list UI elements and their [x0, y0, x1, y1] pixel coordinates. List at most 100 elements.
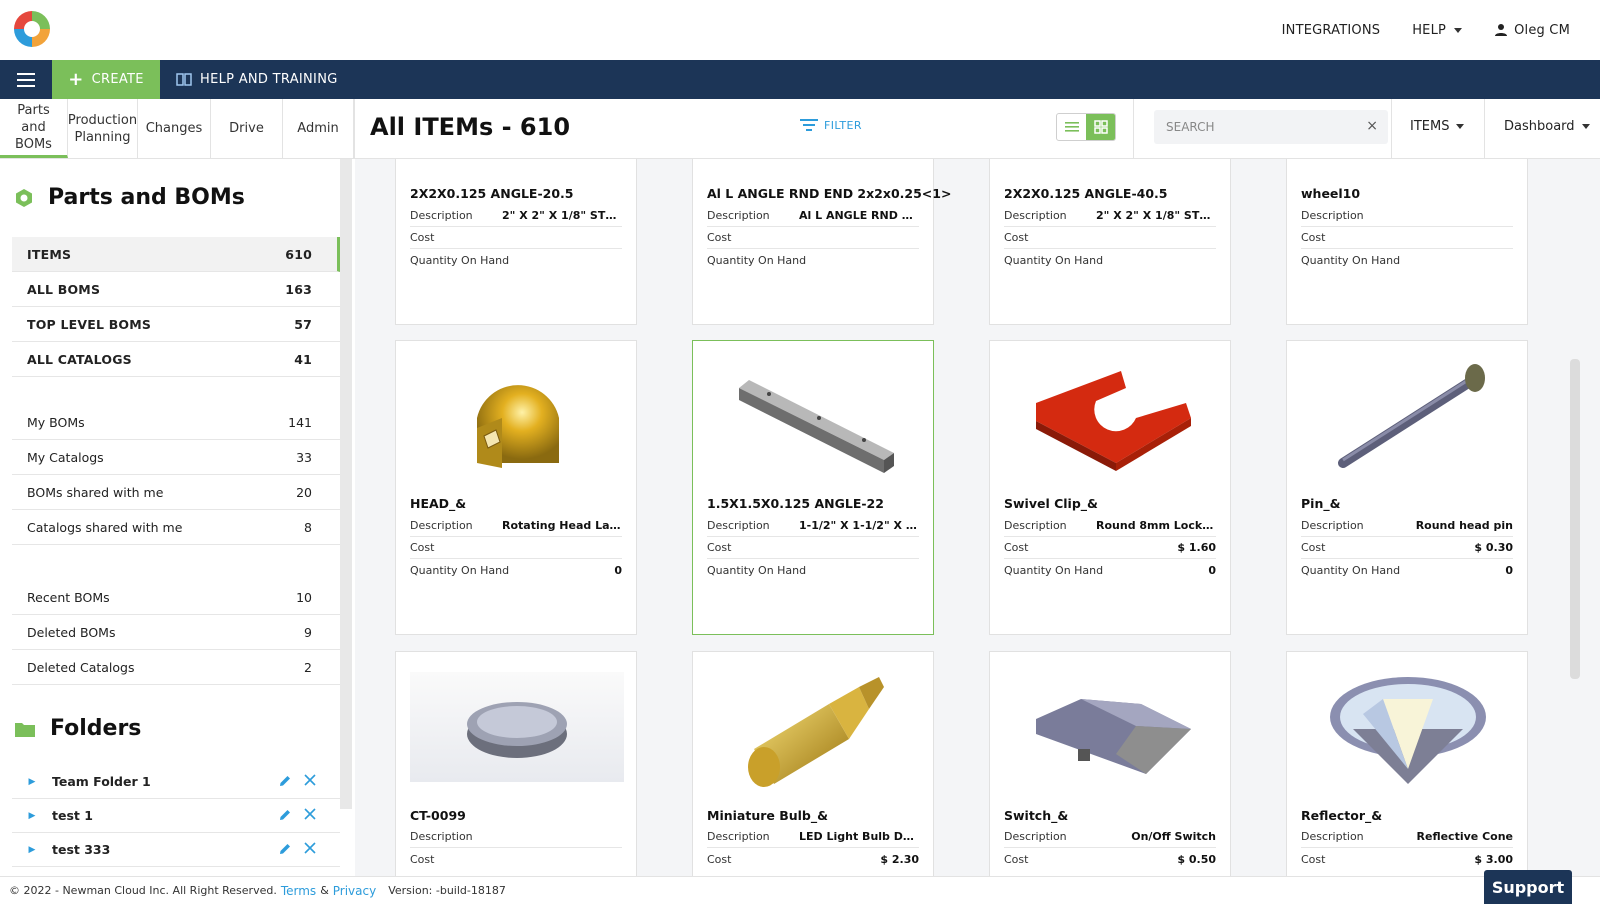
item-card[interactable]: Miniature Bulb_& Description LED Light Bu… — [692, 651, 934, 876]
item-label: ALL CATALOGS — [27, 351, 132, 367]
field-row: Cost — [1301, 227, 1513, 249]
tab-label: Drive — [229, 121, 264, 136]
edit-pencil-icon[interactable] — [278, 808, 292, 822]
field-row: Cost $ 0.30 — [1301, 537, 1513, 559]
folder-list: ▶ Team Folder 1 ▶ test 1 ▶ test 333 — [12, 765, 340, 867]
card-title: Swivel Clip_& — [1004, 496, 1098, 511]
field-row: Quantity On Hand 0 — [1004, 559, 1216, 581]
card-title: HEAD_& — [410, 496, 467, 511]
privacy-link[interactable]: Privacy — [333, 884, 376, 898]
item-count: 20 — [296, 484, 312, 500]
grid-scrollbar[interactable] — [1570, 359, 1580, 679]
recent-list: Recent BOMs 10 Deleted BOMs 9 Deleted Cata… — [12, 580, 340, 685]
help-menu[interactable]: HELP — [1396, 23, 1478, 38]
field-row: Cost — [1004, 227, 1216, 249]
app-logo-icon[interactable] — [11, 8, 53, 50]
card-title: 2X2X0.125 ANGLE-20.5 — [410, 186, 574, 201]
field-row: Cost $ 3.00 — [1301, 848, 1513, 870]
sidebar-item-my-boms[interactable]: My BOMs 141 — [12, 405, 340, 440]
item-card[interactable]: HEAD_& Description Rotating Head Lamp Cos… — [395, 340, 637, 635]
item-card[interactable]: CT-0099 Description Cost — [395, 651, 637, 876]
sidebar-item-all-boms[interactable]: ALL BOMS 163 — [12, 272, 340, 307]
user-menu[interactable]: Oleg CM — [1478, 23, 1586, 38]
items-type-dropdown[interactable]: ITEMS — [1410, 119, 1465, 134]
delete-x-icon[interactable] — [304, 842, 316, 854]
filter-button[interactable]: FILTER — [800, 118, 862, 132]
item-count: 41 — [294, 351, 312, 367]
tab-admin[interactable]: Admin — [283, 99, 354, 158]
item-card[interactable]: Switch_& Description On/Off Switch Cost $ … — [989, 651, 1231, 876]
card-fields: Description 1-1/2" X 1-1/2" X 1... Cost Q… — [707, 515, 919, 581]
items-dropdown-label: ITEMS — [1410, 119, 1450, 134]
help-training-label: HELP AND TRAINING — [200, 72, 338, 87]
tab-drive[interactable]: Drive — [211, 99, 283, 158]
sidebar-item-top-level-boms[interactable]: TOP LEVEL BOMS 57 — [12, 307, 340, 342]
field-row: Description Rotating Head Lamp — [410, 515, 622, 537]
folder-item[interactable]: ▶ Team Folder 1 — [12, 765, 340, 799]
create-button[interactable]: + CREATE — [52, 60, 160, 99]
sidebar-item-deleted-boms[interactable]: Deleted BOMs 9 — [12, 615, 340, 650]
field-label: Cost — [1301, 852, 1326, 866]
field-label: Quantity On Hand — [1301, 253, 1401, 267]
help-and-training-button[interactable]: HELP AND TRAINING — [160, 60, 338, 99]
item-card[interactable]: Swivel Clip_& Description Round 8mm Locki… — [989, 340, 1231, 635]
field-label: Cost — [1301, 231, 1326, 244]
folder-item[interactable]: ▶ test 1 — [12, 799, 340, 833]
sidebar-item-items[interactable]: ITEMS 610 — [12, 237, 340, 272]
field-row: Description Reflective Cone — [1301, 826, 1513, 848]
item-card[interactable]: wheel10 Description Cost Quantity On Han… — [1286, 159, 1528, 325]
field-label: Description — [707, 209, 770, 222]
item-count: 10 — [296, 589, 312, 605]
sidebar-scrollbar[interactable] — [340, 159, 352, 809]
card-title: wheel10 — [1301, 186, 1361, 201]
field-value: $ 1.60 — [1177, 541, 1216, 554]
dashboard-dropdown[interactable]: Dashboard — [1504, 119, 1590, 134]
field-value: Round 8mm Locki... — [1096, 519, 1216, 532]
sidebar-item-catalogs-shared[interactable]: Catalogs shared with me 8 — [12, 510, 340, 545]
toolbar-row: Parts and BOMs Production Planning Chang… — [0, 99, 1600, 159]
item-card-selected[interactable]: 1.5X1.5X0.125 ANGLE-22 Description 1-1/2"… — [692, 340, 934, 635]
sidebar-item-deleted-catalogs[interactable]: Deleted Catalogs 2 — [12, 650, 340, 685]
sidebar-item-recent-boms[interactable]: Recent BOMs 10 — [12, 580, 340, 615]
tab-parts-and-boms[interactable]: Parts and BOMs — [0, 99, 68, 158]
chevron-right-icon[interactable]: ▶ — [12, 845, 52, 855]
field-label: Cost — [1004, 231, 1029, 244]
list-view-button[interactable] — [1057, 114, 1086, 140]
sidebar-title: Parts and BOMs — [48, 185, 245, 210]
field-label: Description — [1004, 209, 1067, 222]
search-input[interactable] — [1154, 120, 1354, 134]
item-card[interactable]: 2X2X0.125 ANGLE-40.5 Description 2" X 2" … — [989, 159, 1231, 325]
caret-down-icon — [1454, 27, 1463, 33]
tab-production-planning[interactable]: Production Planning — [68, 99, 138, 158]
card-title: 1.5X1.5X0.125 ANGLE-22 — [707, 496, 884, 511]
delete-x-icon[interactable] — [304, 808, 316, 820]
user-icon — [1495, 24, 1508, 36]
delete-x-icon[interactable] — [304, 774, 316, 786]
clear-search-icon[interactable]: × — [1366, 118, 1378, 134]
field-label: Quantity On Hand — [410, 253, 510, 267]
item-card[interactable]: Al L ANGLE RND END 2x2x0.25<1> Descripti… — [692, 159, 951, 325]
field-row: Cost $ 0.50 — [1004, 848, 1216, 870]
search-box: × — [1154, 110, 1388, 144]
item-label: Recent BOMs — [27, 589, 110, 605]
sidebar-item-boms-shared[interactable]: BOMs shared with me 20 — [12, 475, 340, 510]
card-fields: Description Cost Quantity On Hand — [1301, 205, 1513, 271]
sidebar-item-all-catalogs[interactable]: ALL CATALOGS 41 — [12, 342, 340, 377]
integrations-link[interactable]: INTEGRATIONS — [1266, 23, 1397, 38]
folders-heading: Folders — [14, 716, 141, 741]
tab-changes[interactable]: Changes — [138, 99, 211, 158]
hamburger-menu-icon[interactable] — [0, 60, 52, 99]
support-button[interactable]: Support — [1484, 870, 1572, 904]
grid-view-button[interactable] — [1086, 114, 1115, 140]
folder-item[interactable]: ▶ test 333 — [12, 833, 340, 867]
chevron-right-icon[interactable]: ▶ — [12, 811, 52, 821]
item-card[interactable]: 2X2X0.125 ANGLE-20.5 Description 2" X 2" … — [395, 159, 637, 325]
sidebar-item-my-catalogs[interactable]: My Catalogs 33 — [12, 440, 340, 475]
chevron-right-icon[interactable]: ▶ — [12, 777, 52, 787]
terms-link[interactable]: Terms — [281, 884, 316, 898]
edit-pencil-icon[interactable] — [278, 842, 292, 856]
item-card[interactable]: Reflector_& Description Reflective Cone C… — [1286, 651, 1528, 876]
item-card[interactable]: Pin_& Description Round head pin Cost $ 0.… — [1286, 340, 1528, 635]
edit-pencil-icon[interactable] — [278, 774, 292, 788]
folder-icon — [15, 722, 35, 737]
